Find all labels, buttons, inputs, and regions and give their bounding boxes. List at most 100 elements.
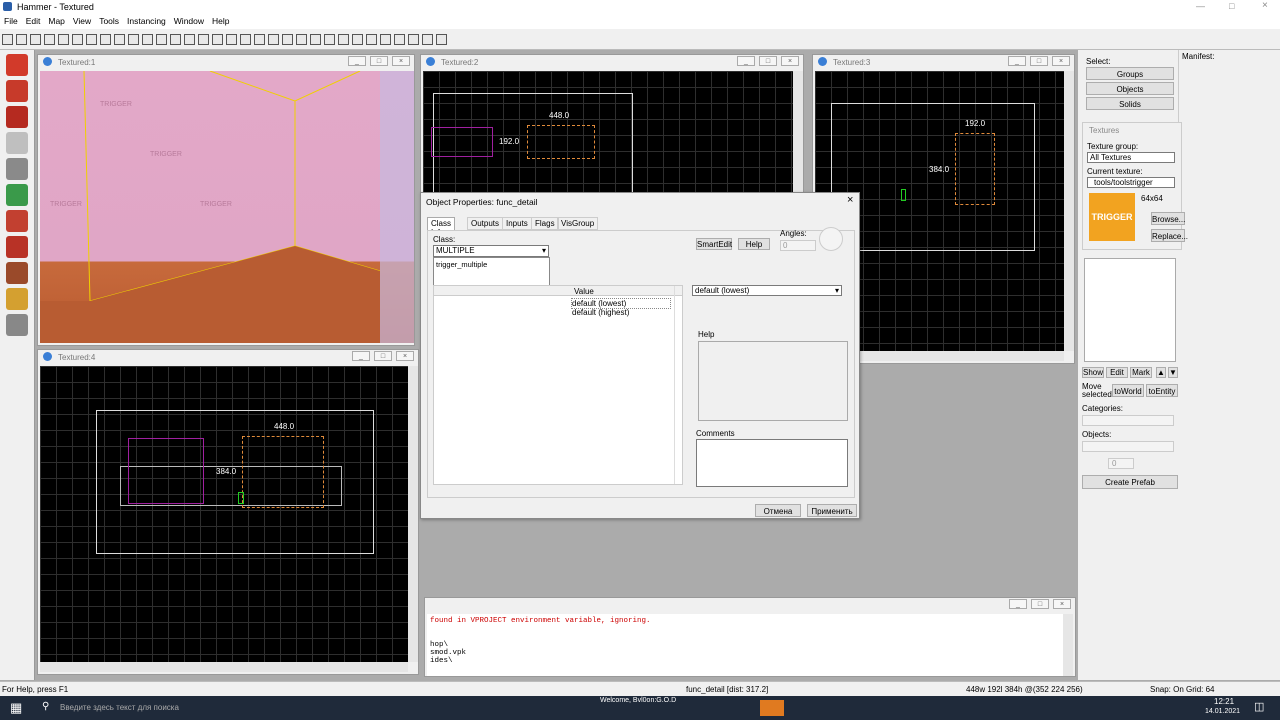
- toworld-button[interactable]: toWorld: [1112, 384, 1144, 397]
- close-icon[interactable]: ×: [1053, 599, 1071, 609]
- max-icon[interactable]: □: [370, 56, 388, 66]
- taskbar-app[interactable]: [760, 700, 784, 716]
- up-arrow-icon[interactable]: ▲: [1156, 367, 1166, 378]
- min-icon[interactable]: _: [1008, 56, 1026, 66]
- close-icon[interactable]: ×: [1262, 0, 1268, 11]
- notification-icon[interactable]: ◫: [1254, 700, 1264, 713]
- max-icon[interactable]: □: [374, 351, 392, 361]
- helpers-icon[interactable]: [296, 34, 307, 45]
- close-icon[interactable]: ×: [1052, 56, 1070, 66]
- clip-tool-icon[interactable]: [6, 262, 28, 284]
- hide-icon[interactable]: [128, 34, 139, 45]
- scrollbar-h[interactable]: [40, 662, 408, 672]
- objects-select[interactable]: [1082, 441, 1174, 452]
- show-icon[interactable]: [142, 34, 153, 45]
- min-icon[interactable]: _: [352, 351, 370, 361]
- redo-icon[interactable]: [100, 34, 111, 45]
- min-icon[interactable]: _: [1009, 599, 1027, 609]
- value-combo[interactable]: default (lowest) ▾: [692, 285, 842, 296]
- taskbar-search[interactable]: Введите здесь текст для поиска: [60, 703, 179, 712]
- scrollbar[interactable]: [1064, 71, 1074, 351]
- max-icon[interactable]: □: [1030, 56, 1048, 66]
- toentity-button[interactable]: toEntity: [1146, 384, 1178, 397]
- entity-tool-icon[interactable]: [6, 132, 28, 154]
- tab-visgroup[interactable]: VisGroup: [557, 217, 599, 230]
- red-icon[interactable]: [436, 34, 447, 45]
- max-icon[interactable]: □: [759, 56, 777, 66]
- dialog-close-icon[interactable]: ×: [847, 194, 853, 206]
- selection-box[interactable]: [242, 436, 324, 508]
- undo-icon[interactable]: [86, 34, 97, 45]
- angle-dial[interactable]: [819, 227, 843, 251]
- texture-tool-icon[interactable]: [6, 184, 28, 206]
- run-map-icon[interactable]: [114, 34, 125, 45]
- close-icon[interactable]: ×: [392, 56, 410, 66]
- selection-box[interactable]: [955, 133, 995, 205]
- menu-tools[interactable]: Tools: [95, 14, 123, 26]
- search-icon[interactable]: ⚲: [42, 701, 49, 712]
- decal-tool-icon[interactable]: [6, 236, 28, 258]
- texture-lock-icon[interactable]: [226, 34, 237, 45]
- texture-group-select[interactable]: All Textures: [1087, 152, 1175, 163]
- current-texture-select[interactable]: tools/toolstrigger: [1087, 177, 1175, 188]
- lighting-icon[interactable]: [394, 34, 405, 45]
- console-output[interactable]: found in VPROJECT environment variable, …: [427, 614, 1063, 676]
- menu-help[interactable]: Help: [208, 14, 233, 26]
- apply-button[interactable]: Применить: [807, 504, 857, 517]
- cm-icon[interactable]: [408, 34, 419, 45]
- carve-icon[interactable]: [58, 34, 69, 45]
- tab-inputs[interactable]: Inputs: [502, 217, 532, 230]
- menu-file[interactable]: File: [0, 14, 22, 26]
- tab-outputs[interactable]: Outputs: [467, 217, 504, 230]
- green-icon[interactable]: [422, 34, 433, 45]
- max-icon[interactable]: □: [1031, 599, 1049, 609]
- edit-button[interactable]: Edit: [1106, 367, 1128, 378]
- texture-list-box[interactable]: [1084, 258, 1176, 362]
- scrollbar[interactable]: [408, 366, 418, 662]
- help-button[interactable]: Help: [738, 238, 770, 250]
- camera-tool-icon[interactable]: [6, 106, 28, 128]
- min-icon[interactable]: _: [737, 56, 755, 66]
- restore-icon[interactable]: □: [1229, 1, 1234, 11]
- groups-button[interactable]: Groups: [1086, 67, 1174, 80]
- copy-icon[interactable]: [198, 34, 209, 45]
- smartedit-button[interactable]: SmartEdit: [696, 238, 732, 250]
- grid-icon[interactable]: [2, 34, 13, 45]
- texture-scale-icon[interactable]: [240, 34, 251, 45]
- menu-instancing[interactable]: Instancing: [123, 14, 170, 26]
- show-button[interactable]: Show: [1082, 367, 1104, 378]
- overlay-icon[interactable]: [380, 34, 391, 45]
- menu-view[interactable]: View: [69, 14, 95, 26]
- browse-button[interactable]: Browse...: [1151, 212, 1185, 225]
- dropdown-item[interactable]: trigger_multiple: [436, 260, 487, 269]
- group-icon[interactable]: [72, 34, 83, 45]
- selection-box[interactable]: [527, 125, 595, 159]
- 2d-view[interactable]: 448.0 192.0: [423, 71, 793, 193]
- chevron-down-icon[interactable]: ▾: [542, 246, 546, 255]
- console-scrollbar[interactable]: [1063, 614, 1073, 676]
- create-prefab-button[interactable]: Create Prefab: [1082, 475, 1178, 489]
- windows-start-icon[interactable]: ▦: [10, 700, 22, 716]
- prefab-icon[interactable]: [324, 34, 335, 45]
- mark-button[interactable]: Mark: [1130, 367, 1152, 378]
- cordon-tool-icon[interactable]: [352, 34, 363, 45]
- menu-edit[interactable]: Edit: [22, 14, 45, 26]
- toggle-texlock-icon[interactable]: [254, 34, 265, 45]
- grid-dots-icon[interactable]: [30, 34, 41, 45]
- entity-icon[interactable]: [338, 34, 349, 45]
- 2d-view[interactable]: 448.0 384.0: [40, 366, 408, 662]
- comments-textarea[interactable]: [696, 439, 848, 487]
- solids-button[interactable]: Solids: [1086, 97, 1174, 110]
- chevron-down-icon[interactable]: ▾: [835, 286, 839, 295]
- grid-snap-icon[interactable]: [44, 34, 55, 45]
- down-arrow-icon[interactable]: ▼: [1168, 367, 1178, 378]
- close-icon[interactable]: ×: [396, 351, 414, 361]
- menu-map[interactable]: Map: [44, 14, 69, 26]
- grid-3d-icon[interactable]: [16, 34, 27, 45]
- cancel-button[interactable]: Отмена: [755, 504, 801, 517]
- objects-button[interactable]: Objects: [1086, 82, 1174, 95]
- minimize-icon[interactable]: —: [1196, 1, 1205, 11]
- paste-icon[interactable]: [212, 34, 223, 45]
- categories-select[interactable]: [1082, 415, 1174, 426]
- magnify-tool-icon[interactable]: [6, 80, 28, 102]
